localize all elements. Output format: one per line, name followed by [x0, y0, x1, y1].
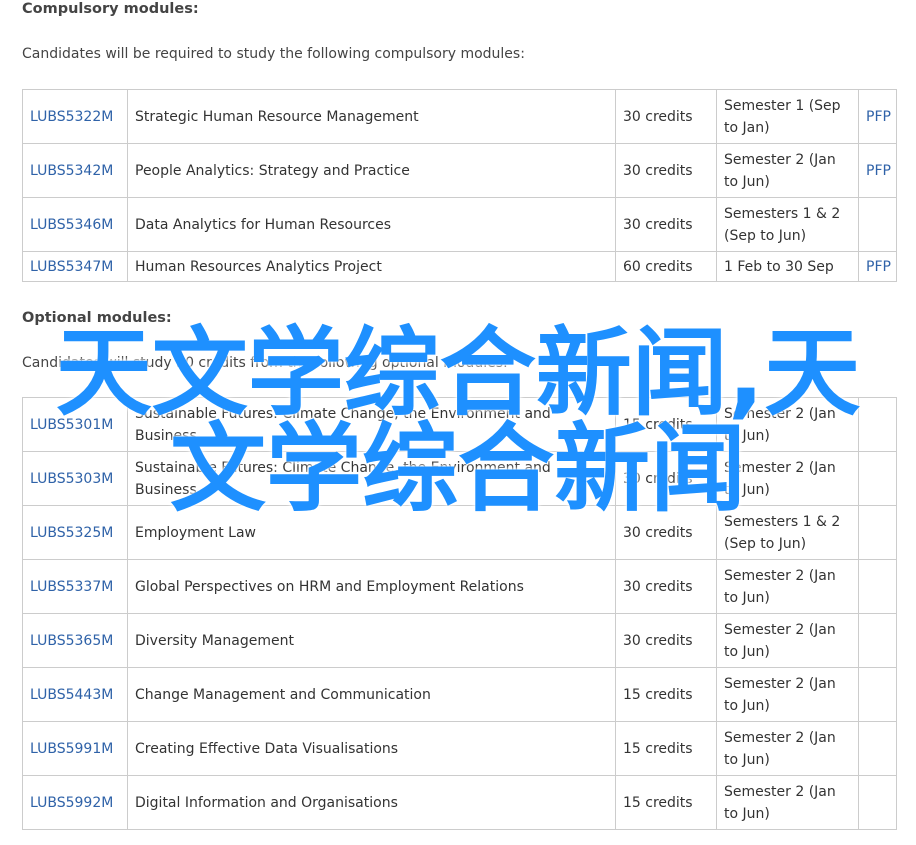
module-credits: 15 credits	[615, 775, 717, 830]
module-code-link[interactable]: LUBS5991M	[30, 741, 113, 757]
module-row: LUBS5301M Sustainable Futures: Climate Ch…	[22, 397, 897, 452]
module-code-cell: LUBS5443M	[22, 667, 128, 722]
module-code-cell: LUBS5303M	[22, 451, 128, 506]
module-pfp-cell: PFP	[858, 143, 897, 198]
module-title: Sustainable Futures: Climate Change, the…	[127, 451, 616, 506]
module-pfp-cell	[858, 559, 897, 614]
module-pfp-cell	[858, 613, 897, 668]
module-pfp-cell	[858, 397, 897, 452]
module-pfp-cell	[858, 197, 897, 252]
module-code-cell: LUBS5342M	[22, 143, 128, 198]
module-title: Sustainable Futures: Climate Change, the…	[127, 397, 616, 452]
module-semester: Semester 2 (Jan to Jun)	[716, 775, 859, 830]
module-code-link[interactable]: LUBS5337M	[30, 579, 113, 595]
module-code-cell: LUBS5346M	[22, 197, 128, 252]
module-semester: Semesters 1 & 2 (Sep to Jun)	[716, 505, 859, 560]
module-credits: 30 credits	[615, 613, 717, 668]
module-semester: Semester 2 (Jan to Jun)	[716, 721, 859, 776]
module-pfp-cell	[858, 451, 897, 506]
module-code-cell: LUBS5325M	[22, 505, 128, 560]
module-credits: 30 credits	[615, 559, 717, 614]
module-title: Change Management and Communication	[127, 667, 616, 722]
module-code-link[interactable]: LUBS5443M	[30, 687, 113, 703]
module-code-link[interactable]: LUBS5992M	[30, 795, 113, 811]
module-row: LUBS5325M Employment Law 30 credits Semeste…	[22, 505, 897, 560]
module-title: Strategic Human Resource Management	[127, 89, 616, 144]
module-credits: 30 credits	[615, 451, 717, 506]
module-code-cell: LUBS5347M	[22, 251, 128, 282]
module-title: Human Resources Analytics Project	[127, 251, 616, 282]
module-code-link[interactable]: LUBS5347M	[30, 259, 113, 275]
module-row: LUBS5322M Strategic Human Resource Manage…	[22, 89, 897, 144]
compulsory-modules-heading: Compulsory modules:	[22, 1, 199, 17]
module-code-link[interactable]: LUBS5325M	[30, 525, 113, 541]
module-pfp-cell	[858, 775, 897, 830]
module-semester: Semester 2 (Jan to Jun)	[716, 667, 859, 722]
compulsory-modules-intro: Candidates will be required to study the…	[22, 46, 525, 62]
module-pfp-cell	[858, 721, 897, 776]
module-credits: 60 credits	[615, 251, 717, 282]
module-pfp-cell: PFP	[858, 89, 897, 144]
module-semester: 1 Feb to 30 Sep	[716, 251, 859, 282]
module-code-cell: LUBS5991M	[22, 721, 128, 776]
module-semester: Semester 2 (Jan to Jun)	[716, 397, 859, 452]
pfp-link[interactable]: PFP	[866, 163, 891, 179]
module-title: Creating Effective Data Visualisations	[127, 721, 616, 776]
module-code-link[interactable]: LUBS5365M	[30, 633, 113, 649]
module-title: Employment Law	[127, 505, 616, 560]
module-semester: Semesters 1 & 2 (Sep to Jun)	[716, 197, 859, 252]
module-credits: 30 credits	[615, 197, 717, 252]
module-credits: 15 credits	[615, 667, 717, 722]
module-semester: Semester 2 (Jan to Jun)	[716, 613, 859, 668]
pfp-link[interactable]: PFP	[866, 109, 891, 125]
module-credits: 30 credits	[615, 143, 717, 198]
module-semester: Semester 1 (Sep to Jan)	[716, 89, 859, 144]
module-code-cell: LUBS5301M	[22, 397, 128, 452]
module-row: LUBS5991M Creating Effective Data Visuali…	[22, 721, 897, 776]
module-credits: 15 credits	[615, 721, 717, 776]
optional-modules-heading: Optional modules:	[22, 310, 172, 326]
module-title: Global Perspectives on HRM and Employmen…	[127, 559, 616, 614]
module-code-cell: LUBS5365M	[22, 613, 128, 668]
module-title: People Analytics: Strategy and Practice	[127, 143, 616, 198]
compulsory-modules-table: LUBS5322M Strategic Human Resource Manage…	[22, 89, 897, 282]
optional-modules-body: LUBS5301M Sustainable Futures: Climate Ch…	[22, 397, 897, 830]
module-code-link[interactable]: LUBS5346M	[30, 217, 113, 233]
module-row: LUBS5337M Global Perspectives on HRM and …	[22, 559, 897, 614]
optional-modules-intro: Candidates will study 30 credits from th…	[22, 355, 508, 371]
module-row: LUBS5365M Diversity Management 30 credits S…	[22, 613, 897, 668]
module-semester: Semester 2 (Jan to Jun)	[716, 451, 859, 506]
module-pfp-cell	[858, 667, 897, 722]
module-code-link[interactable]: LUBS5342M	[30, 163, 113, 179]
module-semester: Semester 2 (Jan to Jun)	[716, 143, 859, 198]
module-semester: Semester 2 (Jan to Jun)	[716, 559, 859, 614]
module-code-link[interactable]: LUBS5303M	[30, 471, 113, 487]
module-credits: 30 credits	[615, 505, 717, 560]
module-credits: 30 credits	[615, 89, 717, 144]
module-code-link[interactable]: LUBS5322M	[30, 109, 113, 125]
module-row: LUBS5347M Human Resources Analytics Proje…	[22, 251, 897, 282]
compulsory-modules-body: LUBS5322M Strategic Human Resource Manage…	[22, 89, 897, 282]
module-title: Diversity Management	[127, 613, 616, 668]
module-code-cell: LUBS5337M	[22, 559, 128, 614]
module-row: LUBS5346M Data Analytics for Human Resour…	[22, 197, 897, 252]
module-row: LUBS5342M People Analytics: Strategy and …	[22, 143, 897, 198]
optional-modules-table: LUBS5301M Sustainable Futures: Climate Ch…	[22, 397, 897, 830]
pfp-link[interactable]: PFP	[866, 259, 891, 275]
module-row: LUBS5992M Digital Information and Organis…	[22, 775, 897, 830]
module-title: Digital Information and Organisations	[127, 775, 616, 830]
module-pfp-cell	[858, 505, 897, 560]
module-pfp-cell: PFP	[858, 251, 897, 282]
module-title: Data Analytics for Human Resources	[127, 197, 616, 252]
module-row: LUBS5303M Sustainable Futures: Climate Ch…	[22, 451, 897, 506]
module-row: LUBS5443M Change Management and Communica…	[22, 667, 897, 722]
module-code-cell: LUBS5322M	[22, 89, 128, 144]
module-credits: 15 credits	[615, 397, 717, 452]
module-code-cell: LUBS5992M	[22, 775, 128, 830]
module-code-link[interactable]: LUBS5301M	[30, 417, 113, 433]
